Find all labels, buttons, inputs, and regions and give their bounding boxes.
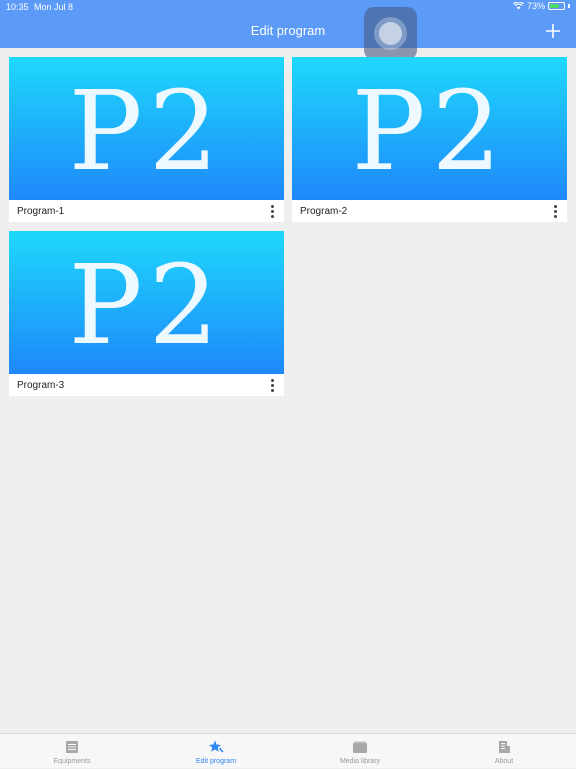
program-card[interactable]: P2 Program-3 bbox=[9, 231, 284, 396]
assistive-touch-inner-circle bbox=[379, 22, 402, 45]
tab-media-library[interactable]: Media library bbox=[288, 734, 432, 769]
program-thumbnail: P2 bbox=[9, 57, 284, 200]
program-name: Program-3 bbox=[17, 380, 65, 391]
thumbnail-logo-text: P2 bbox=[69, 241, 225, 369]
more-options-button[interactable] bbox=[549, 204, 561, 220]
tab-label: Equipments bbox=[53, 758, 91, 765]
assistive-touch-button[interactable] bbox=[364, 7, 417, 60]
tab-equipments[interactable]: Equipments bbox=[0, 734, 144, 769]
program-name: Program-1 bbox=[17, 206, 65, 217]
tab-edit-program[interactable]: Edit program bbox=[144, 734, 288, 769]
more-options-button[interactable] bbox=[266, 204, 278, 220]
building-icon bbox=[499, 741, 510, 753]
program-card[interactable]: P2 Program-2 bbox=[292, 57, 567, 222]
star-edit-icon bbox=[209, 740, 224, 753]
status-time: 10:35 bbox=[6, 2, 29, 12]
status-bar: 10:35 Mon Jul 8 73% bbox=[0, 0, 576, 14]
thumbnail-logo-text: P2 bbox=[352, 67, 508, 195]
tab-label: Edit program bbox=[195, 758, 237, 765]
page-title: Edit program bbox=[250, 23, 326, 38]
program-name: Program-2 bbox=[300, 206, 348, 217]
plus-icon bbox=[546, 24, 560, 38]
tab-label: About bbox=[494, 758, 514, 765]
battery-cap bbox=[568, 4, 570, 8]
tab-label: Media library bbox=[339, 758, 381, 765]
header-bar: 10:35 Mon Jul 8 73% Edit program bbox=[0, 0, 576, 48]
battery-percent: 73% bbox=[526, 1, 545, 11]
tab-bar: Equipments Edit program Media library Ab… bbox=[0, 733, 576, 768]
program-thumbnail: P2 bbox=[292, 57, 567, 200]
program-thumbnail: P2 bbox=[9, 231, 284, 374]
more-options-button[interactable] bbox=[266, 378, 278, 394]
program-card[interactable]: P2 Program-1 bbox=[9, 57, 284, 222]
wifi-icon bbox=[512, 2, 524, 10]
list-icon bbox=[66, 741, 78, 753]
battery-level bbox=[550, 4, 559, 8]
tab-about[interactable]: About bbox=[432, 734, 576, 769]
add-button[interactable] bbox=[544, 22, 562, 40]
folder-icon bbox=[353, 741, 367, 753]
status-date: Mon Jul 8 bbox=[34, 2, 74, 12]
battery-icon bbox=[548, 2, 565, 10]
status-indicators: 73% bbox=[512, 1, 570, 11]
thumbnail-logo-text: P2 bbox=[69, 67, 225, 195]
